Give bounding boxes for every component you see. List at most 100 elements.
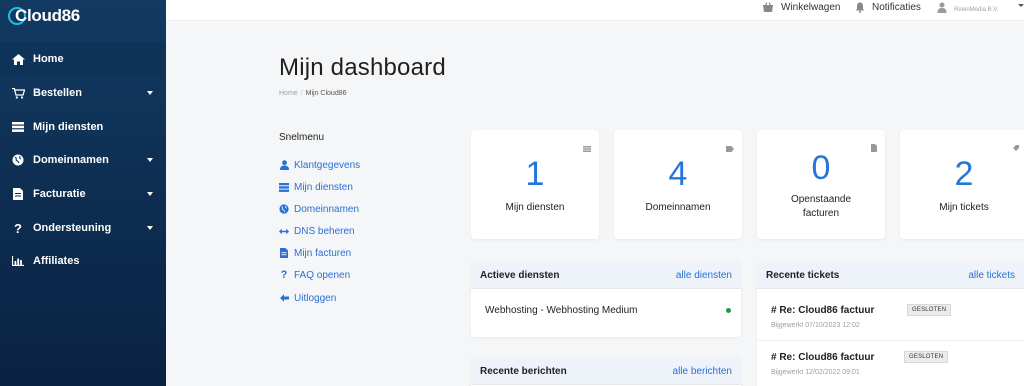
- breadcrumb: Home / Mijn Cloud86: [279, 90, 347, 97]
- stat-card-openstaande-facturen[interactable]: 0 Openstaande facturen: [757, 130, 885, 239]
- notifications-label: Notificaties: [872, 1, 921, 13]
- notifications-link[interactable]: Notificaties: [855, 0, 921, 14]
- snelmenu-item-label: Uitloggen: [294, 292, 337, 304]
- ticket-row[interactable]: # Re: Cloud86 factuur GESLOTEN Bijgewerk…: [757, 342, 1024, 386]
- ticket-updated: Bijgewerkt 12/02/2022 09:01: [771, 369, 860, 376]
- chevron-down-icon: [147, 192, 153, 196]
- chevron-down-icon: [147, 158, 153, 162]
- stat-value: 1: [525, 155, 545, 193]
- sidebar-item-label: Facturatie: [33, 188, 86, 200]
- stat-card-mijn-tickets[interactable]: 2 Mijn tickets: [900, 130, 1024, 239]
- panel-header: Recente tickets alle tickets: [757, 261, 1024, 289]
- sidebar: Cloud86 Home Bestellen Mijn diensten Dom…: [0, 0, 166, 386]
- snelmenu-item-klantgegevens[interactable]: Klantgegevens: [279, 158, 360, 172]
- stat-label-line2: facturen: [802, 208, 840, 219]
- all-services-link[interactable]: alle diensten: [676, 270, 732, 281]
- sidebar-item-mijn-diensten[interactable]: Mijn diensten: [0, 110, 166, 144]
- user-menu[interactable]: [937, 0, 954, 14]
- chevron-down-icon: [147, 226, 153, 230]
- page-title: Mijn dashboard: [279, 54, 446, 81]
- ticket-title: # Re: Cloud86 factuur: [771, 305, 875, 316]
- user-icon: [937, 2, 947, 13]
- globe-icon: [11, 154, 25, 166]
- sidebar-item-label: Affiliates: [33, 255, 80, 267]
- ticket-updated: Bijgewerkt 07/10/2023 12:02: [771, 322, 860, 329]
- arrows-icon: [279, 228, 289, 235]
- stat-label-line1: Openstaande: [790, 194, 852, 205]
- breadcrumb-separator: /: [300, 90, 303, 97]
- breadcrumb-current: Mijn Cloud86: [305, 90, 347, 97]
- sidebar-item-ondersteuning[interactable]: ? Ondersteuning: [0, 211, 166, 245]
- breadcrumb-home[interactable]: Home: [279, 90, 298, 97]
- chart-icon: [11, 256, 25, 266]
- sidebar-item-label: Mijn diensten: [33, 121, 104, 133]
- question-icon: ?: [14, 220, 22, 236]
- snelmenu-item-label: Klantgegevens: [294, 159, 361, 171]
- server-icon: [279, 182, 289, 192]
- snelmenu-title: Snelmenu: [279, 132, 325, 143]
- active-services-panel: Actieve diensten alle diensten Webhostin…: [471, 261, 741, 337]
- snelmenu-item-label: Domeinnamen: [294, 203, 360, 215]
- sidebar-item-label: Bestellen: [33, 87, 82, 99]
- company-name: RelenMedia B.V.: [954, 7, 999, 13]
- sidebar-item-facturatie[interactable]: Facturatie: [0, 177, 166, 211]
- sidebar-item-label: Home: [33, 53, 64, 65]
- logo[interactable]: Cloud86: [8, 4, 80, 28]
- status-dot-icon: [726, 308, 731, 313]
- document-icon: [11, 188, 25, 200]
- bell-icon: [855, 2, 865, 13]
- sidebar-item-domeinnamen[interactable]: Domeinnamen: [0, 143, 166, 177]
- sidebar-item-home[interactable]: Home: [0, 42, 166, 76]
- snelmenu-item-label: Mijn diensten: [294, 181, 353, 193]
- snelmenu-item-label: Mijn facturen: [294, 247, 352, 259]
- sidebar-item-bestellen[interactable]: Bestellen: [0, 76, 166, 110]
- ticket-row[interactable]: # Re: Cloud86 factuur GESLOTEN Bijgewerk…: [757, 295, 1024, 341]
- status-badge: GESLOTEN: [904, 351, 949, 363]
- chevron-down-icon[interactable]: [1018, 4, 1024, 7]
- logo-text: Cloud86: [15, 6, 80, 25]
- basket-icon: [763, 1, 773, 12]
- cart-label: Winkelwagen: [781, 1, 841, 13]
- ticket-title: # Re: Cloud86 factuur: [771, 352, 875, 363]
- stat-card-domeinnamen[interactable]: 4 Domeinnamen: [614, 130, 742, 239]
- snelmenu-item-domeinnamen[interactable]: Domeinnamen: [279, 202, 359, 216]
- stat-label: Domeinnamen: [645, 202, 711, 213]
- recent-messages-panel: Recente berichten alle berichten: [471, 357, 741, 386]
- snelmenu-item-uitloggen[interactable]: Uitloggen: [279, 291, 336, 305]
- snelmenu-item-dns-beheren[interactable]: DNS beheren: [279, 224, 355, 238]
- snelmenu-item-mijn-diensten[interactable]: Mijn diensten: [279, 180, 353, 194]
- logout-icon: [279, 294, 289, 302]
- sidebar-item-label: Ondersteuning: [33, 222, 112, 234]
- all-tickets-link[interactable]: alle tickets: [968, 270, 1015, 281]
- stat-value: 2: [954, 155, 974, 193]
- recent-tickets-panel: Recente tickets alle tickets # Re: Cloud…: [757, 261, 1024, 386]
- snelmenu-item-faq-openen[interactable]: ? FAQ openen: [279, 268, 351, 282]
- chevron-down-icon: [147, 91, 153, 95]
- globe-icon: [279, 204, 289, 214]
- user-icon: [279, 160, 289, 170]
- service-item[interactable]: Webhosting - Webhosting Medium: [485, 305, 638, 316]
- cart-link[interactable]: Winkelwagen: [762, 0, 840, 14]
- sidebar-item-affiliates[interactable]: Affiliates: [0, 244, 166, 278]
- sidebar-item-label: Domeinnamen: [33, 154, 109, 166]
- panel-title: Actieve diensten: [480, 270, 560, 281]
- panel-header: Actieve diensten alle diensten: [471, 261, 741, 289]
- status-badge: GESLOTEN: [907, 304, 952, 316]
- server-icon: [11, 122, 25, 132]
- cart-icon: [11, 87, 25, 99]
- stat-value: 4: [668, 155, 688, 193]
- panel-title: Recente berichten: [480, 366, 567, 377]
- panel-title: Recente tickets: [766, 270, 840, 281]
- panel-header: Recente berichten alle berichten: [471, 357, 741, 385]
- stat-label: Mijn diensten: [505, 202, 565, 213]
- snelmenu-item-label: DNS beheren: [294, 225, 355, 237]
- snelmenu-item-label: FAQ openen: [294, 269, 351, 281]
- question-icon: ?: [280, 269, 288, 281]
- document-icon: [279, 248, 289, 258]
- stat-card-mijn-diensten[interactable]: 1 Mijn diensten: [471, 130, 599, 239]
- all-messages-link[interactable]: alle berichten: [673, 366, 732, 377]
- home-icon: [11, 53, 25, 65]
- stat-label: Mijn tickets: [939, 202, 989, 213]
- stat-value: 0: [811, 149, 831, 187]
- snelmenu-item-mijn-facturen[interactable]: Mijn facturen: [279, 246, 351, 260]
